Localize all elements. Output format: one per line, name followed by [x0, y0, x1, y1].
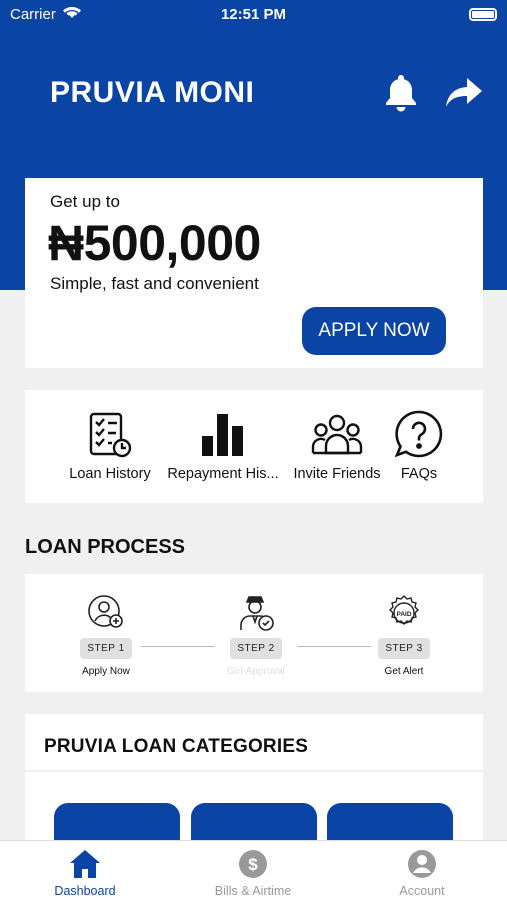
bar-chart-icon — [164, 408, 282, 462]
apply-now-button[interactable]: APPLY NOW — [302, 307, 446, 355]
svg-text:$: $ — [248, 855, 258, 874]
brand-logo: PRUVIA MONI — [50, 76, 254, 110]
svg-text:PAID: PAID — [396, 611, 411, 618]
battery-icon — [469, 8, 497, 21]
clock: 12:51 PM — [220, 6, 287, 23]
brand-name: PRUVIA MONI — [50, 76, 255, 109]
step-connector — [141, 646, 215, 647]
loan-offer-card: Get up to ₦500,000 Simple, fast and conv… — [25, 178, 483, 368]
question-bubble-icon — [390, 408, 448, 462]
tab-label: Bills & Airtime — [214, 884, 292, 898]
dollar-coin-icon: $ — [173, 847, 333, 881]
invite-friends-action[interactable]: Invite Friends — [289, 408, 385, 482]
step-caption: Get Approval — [227, 666, 285, 677]
loan-history-action[interactable]: Loan History — [67, 408, 153, 482]
step-label: STEP 3 — [378, 638, 430, 659]
process-step-3: PAID STEP 3 Get Alert — [359, 594, 449, 677]
quick-action-label: FAQs — [400, 466, 438, 482]
tab-dashboard[interactable]: Dashboard — [5, 847, 165, 898]
loan-categories-card: PRUVIA LOAN CATEGORIES — [25, 714, 483, 863]
group-icon — [289, 408, 385, 462]
offer-intro: Get up to — [50, 192, 120, 211]
step-label: STEP 1 — [80, 638, 132, 659]
tab-bar: Dashboard $ Bills & Airtime Account — [0, 840, 507, 900]
quick-action-label: Invite Friends — [293, 466, 381, 482]
home-icon — [5, 847, 165, 881]
offer-tagline: Simple, fast and convenient — [50, 274, 259, 293]
offer-amount: ₦500,000 — [48, 215, 261, 271]
user-add-icon — [61, 594, 151, 632]
share-icon[interactable] — [444, 76, 484, 115]
loan-process-card: STEP 1 Apply Now STEP 2 Get Approval PAI… — [25, 574, 483, 692]
repayment-history-action[interactable]: Repayment His... — [164, 408, 282, 482]
process-step-1: STEP 1 Apply Now — [61, 594, 151, 677]
account-icon — [342, 847, 502, 881]
quick-actions: Loan History Repayment His... Invite Fri… — [25, 390, 483, 503]
quick-action-label: Loan History — [69, 466, 151, 482]
step-caption: Apply Now — [82, 666, 130, 677]
status-bar: Carrier 12:51 PM — [0, 0, 507, 28]
categories-title: PRUVIA LOAN CATEGORIES — [44, 736, 309, 757]
divider — [25, 770, 483, 772]
approved-agent-icon — [211, 594, 301, 632]
tab-bills-airtime[interactable]: $ Bills & Airtime — [173, 847, 333, 898]
step-label: STEP 2 — [230, 638, 282, 659]
bell-icon[interactable] — [383, 72, 419, 117]
quick-action-label: Repayment His... — [167, 466, 279, 482]
tab-label: Account — [399, 884, 445, 898]
loan-process-title: LOAN PROCESS — [25, 536, 186, 558]
process-step-2: STEP 2 Get Approval — [211, 594, 301, 677]
faqs-action[interactable]: FAQs — [390, 408, 448, 482]
tab-label: Dashboard — [54, 884, 116, 898]
paid-badge-icon: PAID — [359, 594, 449, 632]
step-caption: Get Alert — [384, 666, 424, 677]
checklist-clock-icon — [67, 408, 153, 462]
tab-account[interactable]: Account — [342, 847, 502, 898]
